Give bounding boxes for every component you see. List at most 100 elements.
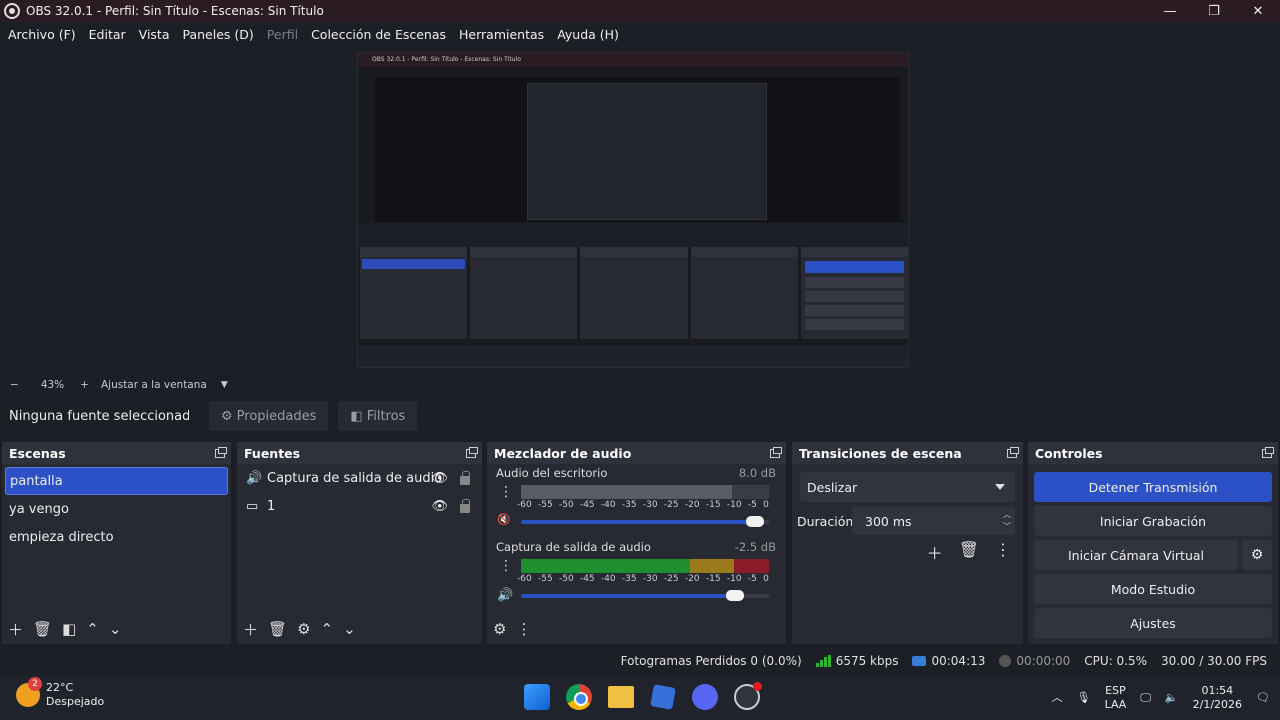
undock-icon[interactable] — [1007, 446, 1019, 458]
lock-icon[interactable] — [460, 499, 470, 513]
dropped-frames: Fotogramas Perdidos 0 (0.0%) — [620, 654, 802, 668]
filters-button[interactable]: ◧ Filtros — [338, 401, 418, 431]
zoom-out-button[interactable]: − — [10, 379, 19, 391]
record-icon — [999, 655, 1012, 667]
zoom-in-button[interactable]: + — [80, 379, 89, 391]
muted-speaker-icon[interactable]: 🔇 — [497, 513, 513, 527]
undock-icon[interactable] — [1262, 446, 1274, 458]
notifications-icon[interactable]: 🗨 — [1256, 691, 1270, 705]
obs-taskbar-icon[interactable] — [734, 682, 762, 710]
clock-time: 01:54 — [1201, 684, 1234, 697]
menu-herramientas[interactable]: Herramientas — [459, 27, 544, 42]
more-options-icon[interactable]: ⋮ — [995, 540, 1011, 564]
menu-ayuda[interactable]: Ayuda (H) — [557, 27, 619, 42]
spin-arrows-icon[interactable]: ︿ ﹀ — [1003, 509, 1011, 533]
eye-icon[interactable]: 👁 — [431, 471, 448, 486]
mixer-menu-icon[interactable]: ⋮ — [516, 620, 531, 638]
close-button[interactable]: ✕ — [1236, 0, 1280, 22]
preview-scrollbar[interactable] — [1262, 46, 1280, 376]
volume-slider-thumb[interactable] — [746, 516, 765, 527]
meter-tick-label: -15 — [705, 500, 721, 510]
meter-tick-label: -45 — [579, 500, 595, 510]
transition-select[interactable]: Deslizar — [800, 472, 1015, 502]
network-icon[interactable]: 🖵 — [1140, 691, 1151, 705]
audio-mixer-dock: Mezclador de audio Audio del escritorio … — [487, 442, 786, 644]
filter-icon: ◧ — [350, 408, 363, 424]
start-recording-button[interactable]: Iniciar Grabación — [1034, 506, 1272, 536]
move-down-icon[interactable]: ⌄ — [109, 620, 122, 638]
weather-widget[interactable]: 2 22°C Despejado — [16, 677, 105, 709]
undock-icon[interactable] — [215, 446, 227, 458]
meter-tick-label: -35 — [621, 500, 637, 510]
stream-time-status: 00:04:13 — [912, 654, 985, 668]
language-indicator[interactable]: ESP LAA — [1105, 684, 1127, 712]
maximize-button[interactable]: ❐ — [1192, 0, 1236, 22]
title-bar: OBS 32.0.1 - Perfil: Sin Título - Escena… — [0, 0, 1280, 22]
add-icon[interactable]: ＋ — [927, 540, 943, 564]
duration-label: Duración — [797, 513, 854, 529]
menu-archivo[interactable]: Archivo (F) — [8, 27, 76, 42]
menu-coleccion-escenas[interactable]: Colección de Escenas — [311, 27, 446, 42]
fit-to-window-label[interactable]: Ajustar a la ventana — [101, 379, 207, 391]
meter-tick-label: -60 — [517, 500, 532, 510]
fps-status: 30.00 / 30.00 FPS — [1161, 654, 1267, 668]
scene-filter-icon[interactable]: ◧ — [62, 620, 76, 638]
windows-start-icon[interactable] — [524, 684, 550, 710]
undock-icon[interactable] — [770, 446, 782, 458]
microphone-icon[interactable]: 🎙 — [1077, 691, 1091, 705]
chrome-icon[interactable] — [566, 684, 592, 710]
volume-icon[interactable]: 🔈 — [1165, 691, 1179, 705]
add-icon[interactable]: ＋ — [243, 619, 258, 640]
undock-icon[interactable] — [466, 446, 478, 458]
add-icon[interactable]: ＋ — [8, 619, 23, 640]
meter-tick-label: -15 — [705, 574, 721, 584]
speaker-icon[interactable]: 🔊 — [497, 588, 513, 603]
scene-item[interactable]: empieza directo — [2, 523, 231, 551]
preview-nested-capture — [527, 83, 767, 220]
lock-icon[interactable] — [460, 471, 470, 485]
file-explorer-icon[interactable] — [608, 686, 634, 708]
properties-button[interactable]: ⚙ Propiedades — [209, 401, 329, 431]
trash-icon[interactable]: 🗑 — [959, 540, 979, 564]
roblox-icon[interactable] — [650, 684, 676, 710]
discord-icon[interactable] — [692, 684, 718, 710]
volume-slider-fill — [521, 520, 765, 524]
trash-icon[interactable]: 🗑 — [268, 620, 287, 638]
meter-tick-label: -55 — [537, 574, 553, 584]
source-item[interactable]: 🔊 Captura de salida de audio 👁 — [237, 464, 482, 492]
advanced-audio-icon[interactable]: ⚙ — [493, 620, 506, 638]
preview-mini-docks — [358, 247, 908, 339]
source-item[interactable]: ▭ 1 👁 — [237, 492, 482, 520]
settings-button[interactable]: Ajustes — [1034, 608, 1272, 638]
menu-editar[interactable]: Editar — [89, 27, 126, 42]
eye-icon[interactable]: 👁 — [431, 499, 448, 514]
menu-paneles[interactable]: Paneles (D) — [183, 27, 254, 42]
move-up-icon[interactable]: ⌃ — [321, 620, 334, 638]
duration-spinbox[interactable]: 300 ms ︿ ﹀ — [852, 507, 1015, 535]
zoom-dropdown-icon[interactable]: ▼ — [221, 380, 228, 390]
scene-item[interactable]: pantalla — [5, 467, 228, 495]
start-virtual-camera-button[interactable]: Iniciar Cámara Virtual — [1034, 540, 1238, 570]
stop-streaming-button[interactable]: Detener Transmisión — [1034, 472, 1272, 502]
channel-menu-icon[interactable]: ⋮ — [499, 559, 513, 573]
properties-label: Propiedades — [236, 408, 317, 424]
move-down-icon[interactable]: ⌄ — [343, 620, 356, 638]
minimize-button[interactable]: — — [1148, 0, 1192, 22]
cpu-usage: CPU: 0.5% — [1084, 654, 1148, 668]
weather-desc: Despejado — [46, 695, 105, 708]
trash-icon[interactable]: 🗑 — [33, 620, 52, 638]
menu-vista[interactable]: Vista — [139, 27, 170, 42]
transition-selected: Deslizar — [807, 479, 858, 495]
preview-canvas[interactable]: OBS 32.0.1 - Perfil: Sin Título - Escena… — [357, 52, 909, 368]
source-label: Captura de salida de audio — [267, 470, 443, 486]
show-hidden-icons-icon[interactable]: ︿ — [1052, 691, 1063, 705]
gear-icon[interactable]: ⚙ — [1242, 540, 1272, 570]
clock[interactable]: 01:54 2/1/2026 — [1193, 684, 1242, 712]
studio-mode-button[interactable]: Modo Estudio — [1034, 574, 1272, 604]
gear-icon[interactable]: ⚙ — [297, 620, 310, 638]
scene-item[interactable]: ya vengo — [2, 495, 231, 523]
menu-perfil[interactable]: Perfil — [267, 27, 298, 42]
channel-menu-icon[interactable]: ⋮ — [499, 485, 513, 499]
move-up-icon[interactable]: ⌃ — [86, 620, 99, 638]
volume-slider-thumb[interactable] — [726, 590, 745, 601]
